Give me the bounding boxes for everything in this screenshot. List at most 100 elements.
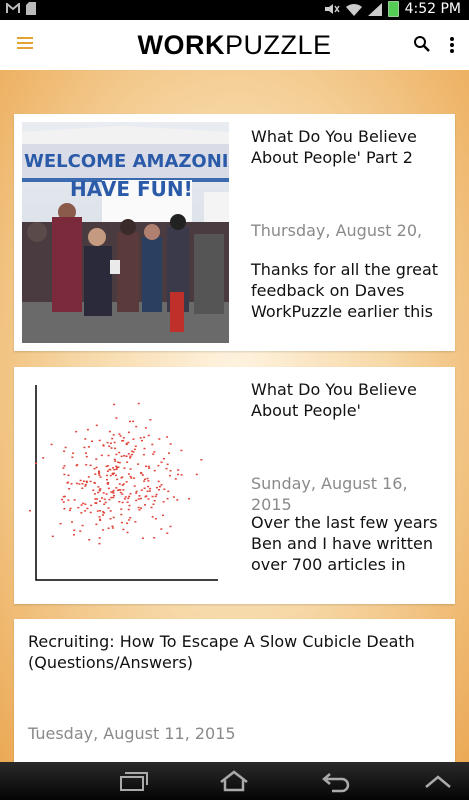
post-title[interactable]: Recruiting: How To Escape A Slow Cubicle… (28, 631, 441, 673)
scatter-dot (112, 496, 115, 499)
scatter-dot (103, 498, 106, 501)
scatter-dot (149, 487, 152, 490)
scatter-dot (63, 473, 66, 476)
scatter-dot (84, 510, 87, 512)
scatter-dot (144, 427, 147, 429)
scatter-dot (62, 501, 65, 503)
back-icon[interactable] (320, 769, 352, 793)
scatter-dot (68, 488, 71, 490)
scatter-dot (110, 447, 113, 449)
post-date: Thursday, August 20, (251, 221, 423, 240)
scatter-dot (100, 454, 103, 457)
scatter-dot (82, 502, 85, 505)
scatter-dot (134, 521, 137, 523)
scatter-dot (63, 450, 66, 452)
scatter-dot (86, 428, 89, 431)
scatter-dot (95, 523, 98, 526)
status-left-icons (6, 2, 36, 15)
scatter-dot (166, 436, 169, 438)
scatter-dot (99, 500, 101, 502)
scatter-dot (134, 445, 137, 447)
logo-light-text: PUZZLE (224, 30, 332, 60)
scatter-dot (96, 510, 99, 512)
scatter-dot (114, 474, 117, 477)
scatter-dot (151, 516, 154, 518)
post-card[interactable]: What Do You Believe About People' Sunday… (14, 367, 455, 604)
scatter-dot (62, 467, 65, 469)
post-title[interactable]: What Do You Believe About People' (251, 379, 447, 421)
scatter-dot (106, 441, 109, 444)
scatter-dot (123, 455, 126, 457)
post-image-scatter-plot[interactable] (22, 375, 229, 596)
scatter-dot (70, 483, 73, 485)
scatter-dot (98, 490, 101, 492)
scatter-dot (109, 518, 112, 520)
scatter-dot (129, 517, 132, 519)
scatter-dot (107, 454, 110, 457)
post-image-welcome-amazonians[interactable]: WELCOME AMAZONIAN HAVE FUN! (22, 122, 229, 343)
scatter-dot (169, 470, 172, 472)
scatter-dot (127, 473, 130, 475)
recent-apps-icon[interactable] (117, 769, 149, 793)
post-card[interactable]: WELCOME AMAZONIAN HAVE FUN! What Do You … (14, 114, 455, 351)
scatter-dot (133, 477, 136, 479)
post-title[interactable]: What Do You Believe About People' Part 2 (251, 126, 447, 168)
scatter-dot (135, 499, 138, 502)
scatter-dot (142, 453, 145, 456)
scatter-dot (88, 539, 91, 541)
scatter-dot (71, 456, 74, 458)
scatter-dot (128, 495, 131, 498)
scatter-dot (93, 481, 96, 484)
scatter-dot (63, 495, 66, 498)
scatter-dot (118, 483, 121, 485)
post-list[interactable]: WELCOME AMAZONIAN HAVE FUN! What Do You … (0, 70, 469, 762)
scatter-dot (111, 473, 114, 476)
home-icon[interactable] (218, 769, 250, 793)
post-text: Recruiting: How To Escape A Slow Cubicle… (28, 631, 441, 673)
scatter-dot (89, 511, 92, 514)
scatter-dot (51, 535, 54, 538)
scatter-dot (116, 478, 119, 481)
scatter-dot (67, 474, 70, 477)
scatter-dot (129, 468, 132, 470)
post-excerpt-wrap: Over the last few years Ben and I have w… (251, 512, 447, 575)
scatter-dot (92, 489, 95, 491)
scatter-dot (81, 483, 84, 485)
search-icon[interactable] (413, 35, 431, 53)
post-date-wrap: Tuesday, August 11, 2015 (28, 723, 441, 744)
post-date-wrap: Thursday, August 20, (251, 220, 447, 241)
scatter-dot (180, 474, 183, 476)
scatter-dot (112, 434, 115, 436)
scatter-dot (137, 402, 140, 405)
scatter-dot (89, 480, 92, 483)
scatter-dot (113, 468, 116, 471)
scatter-dot (75, 430, 78, 433)
scatter-dot (162, 501, 165, 503)
post-card[interactable]: Recruiting: How To Escape A Slow Cubicle… (14, 619, 455, 762)
scatter-dot (147, 434, 150, 437)
scatter-dot (155, 493, 158, 496)
scatter-dot (50, 443, 53, 446)
scatter-dot (75, 482, 78, 485)
overflow-menu-icon[interactable] (450, 37, 456, 53)
scatter-dot (118, 433, 121, 435)
scatter-dot (153, 537, 156, 539)
scatter-dot (83, 446, 86, 449)
scatter-dot (89, 464, 92, 467)
scatter-dot (98, 472, 100, 475)
scatter-dot (84, 503, 87, 505)
scatter-dot (112, 492, 115, 494)
scatter-dot (122, 528, 125, 531)
scatter-dot (129, 455, 132, 457)
scatter-dot (112, 467, 115, 469)
scatter-dot (73, 529, 76, 531)
scatter-dot (153, 451, 156, 453)
scatter-dot (174, 478, 177, 480)
scatter-dot (94, 502, 97, 504)
scatter-dot (109, 474, 112, 477)
up-arrow-icon[interactable] (422, 769, 454, 793)
scatter-dot (99, 476, 102, 478)
scatter-dot (143, 487, 146, 489)
scatter-dot (99, 510, 102, 512)
scatter-dot (35, 462, 38, 465)
